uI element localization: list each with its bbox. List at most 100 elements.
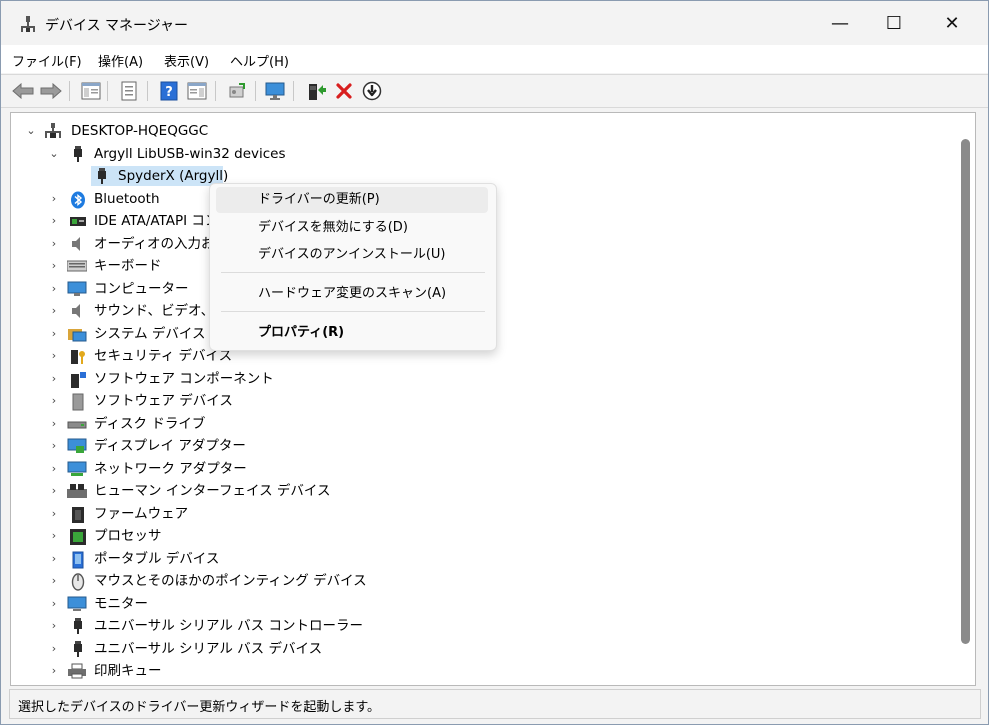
menu-view[interactable]: 表示(V) [164,51,209,70]
maximize-button[interactable]: ☐ [865,1,923,45]
context-update-driver[interactable]: ドライバーの更新(P) [216,187,488,213]
tree-category-row[interactable]: › マウスとそのほかのポインティング デバイス [11,570,951,592]
tree-category-row[interactable]: › ディスプレイ アダプター [11,435,951,457]
tree-category-row[interactable]: › ファームウェア [11,503,951,525]
minimize-button[interactable]: — [811,1,869,45]
tree-category-row[interactable]: › ポータブル デバイス [11,548,951,570]
chevron-right-icon[interactable]: › [49,570,59,592]
bluetooth-icon [69,191,87,209]
help-icon[interactable]: ? [157,79,181,103]
tree-category-label: ユニバーサル シリアル バス デバイス [94,641,323,657]
toolbar-separator [107,81,108,101]
svg-text:?: ? [165,85,173,100]
mouse-icon [69,573,87,591]
menu-file[interactable]: ファイル(F) [12,51,82,70]
tree-category-label: ディスク ドライブ [94,416,206,432]
chevron-right-icon[interactable]: › [49,548,59,570]
tree-category-row[interactable]: › ネットワーク アダプター [11,458,951,480]
tree-category-row[interactable]: › 印刷キュー [11,660,951,682]
chevron-right-icon[interactable]: › [49,480,59,502]
ide-controller-icon [69,213,87,229]
chevron-right-icon[interactable]: › [49,660,59,682]
context-scan-hardware-label: ハードウェア変更のスキャン(A) [258,286,447,301]
chevron-right-icon[interactable]: › [49,390,59,412]
chevron-right-icon[interactable]: › [49,210,59,232]
window-title: デバイス マネージャー [45,18,189,34]
context-menu: ドライバーの更新(P) デバイスを無効にする(D) デバイスのアンインストール(… [209,183,497,351]
scrollbar-thumb[interactable] [961,139,970,644]
tree-category-label: ネットワーク アダプター [94,461,247,477]
toolbar-separator [147,81,148,101]
tree-category-row[interactable]: › ユニバーサル シリアル バス デバイス [11,638,951,660]
chevron-right-icon[interactable]: › [49,255,59,277]
tree-category-label: オーディオの入力およ [94,236,229,252]
back-arrow-icon[interactable] [11,79,35,103]
enable-download-icon[interactable] [360,79,384,103]
action-pane-icon[interactable] [185,79,209,103]
status-text: 選択したデバイスのドライバー更新ウィザードを起動します。 [18,700,381,715]
chevron-right-icon[interactable]: › [49,188,59,210]
chevron-right-icon[interactable]: › [49,278,59,300]
tree-root-row[interactable]: ⌄ DESKTOP-HQEQGGC [11,120,951,142]
properties-sheet-icon[interactable] [117,79,141,103]
chevron-right-icon[interactable]: › [49,503,59,525]
chevron-right-icon[interactable]: › [49,615,59,637]
tree-category-row[interactable]: › モニター [11,593,951,615]
close-button[interactable]: ✕ [923,1,981,45]
chevron-right-icon[interactable]: › [49,300,59,322]
tree-category-row[interactable]: › プロセッサ [11,525,951,547]
status-bar: 選択したデバイスのドライバー更新ウィザードを起動します。 [9,689,981,719]
tree-category-row[interactable]: › ソフトウェア デバイス [11,390,951,412]
system-folder-icon [67,326,87,342]
forward-arrow-icon[interactable] [39,79,63,103]
vertical-scrollbar[interactable] [959,113,975,685]
tree-category-row[interactable]: › ディスク ドライブ [11,413,951,435]
tree-category-row[interactable]: › ソフトウェア コンポーネント [11,368,951,390]
chevron-right-icon[interactable]: › [49,413,59,435]
tree-category-row[interactable]: › ヒューマン インターフェイス デバイス [11,480,951,502]
context-uninstall-device[interactable]: デバイスのアンインストール(U) [216,242,488,268]
uninstall-x-icon[interactable] [332,79,356,103]
tree-category-label: ソフトウェア コンポーネント [94,371,274,387]
context-scan-hardware[interactable]: ハードウェア変更のスキャン(A) [216,281,488,307]
update-driver-icon[interactable] [304,79,328,103]
monitor-icon [67,596,87,612]
chevron-down-icon[interactable]: ⌄ [49,143,59,165]
tree-category-label: キーボード [94,258,162,274]
scan-hardware-icon[interactable] [225,79,249,103]
menu-action[interactable]: 操作(A) [98,51,143,70]
chevron-right-icon[interactable]: › [49,458,59,480]
context-disable-device[interactable]: デバイスを無効にする(D) [216,215,488,241]
chevron-right-icon[interactable]: › [49,593,59,615]
context-separator [221,311,485,312]
device-manager-icon [19,15,37,33]
computer-network-icon [44,123,62,139]
menu-bar: ファイル(F) 操作(A) 表示(V) ヘルプ(H) [1,45,988,73]
monitor-icon[interactable] [263,79,287,103]
disk-drive-icon [67,416,87,432]
chevron-right-icon[interactable]: › [49,368,59,390]
tree-group-row[interactable]: ⌄ Argyll LibUSB-win32 devices [11,143,951,165]
display-adapter-icon [67,438,87,454]
chevron-right-icon[interactable]: › [49,323,59,345]
tree-category-row[interactable]: › ユニバーサル シリアル バス コントローラー [11,615,951,637]
software-device-icon [69,393,87,411]
chevron-right-icon[interactable]: › [49,525,59,547]
chevron-right-icon[interactable]: › [49,638,59,660]
context-disable-device-label: デバイスを無効にする(D) [258,220,408,235]
chevron-right-icon[interactable]: › [49,233,59,255]
tree-category-label: プロセッサ [94,528,162,544]
chevron-right-icon[interactable]: › [49,435,59,457]
usb-plug-icon [69,146,87,162]
tree-category-label: ポータブル デバイス [94,551,220,567]
security-key-icon [69,348,87,364]
tree-category-label: システム デバイス [94,326,206,342]
context-properties[interactable]: プロパティ(R) [216,320,488,346]
keyboard-icon [66,258,88,274]
hid-icon [67,483,87,499]
menu-help[interactable]: ヘルプ(H) [230,51,289,70]
tree-category-label: ユニバーサル シリアル バス コントローラー [94,618,363,634]
show-hide-console-tree-icon[interactable] [79,79,103,103]
chevron-down-icon[interactable]: ⌄ [26,120,36,142]
chevron-right-icon[interactable]: › [49,345,59,367]
